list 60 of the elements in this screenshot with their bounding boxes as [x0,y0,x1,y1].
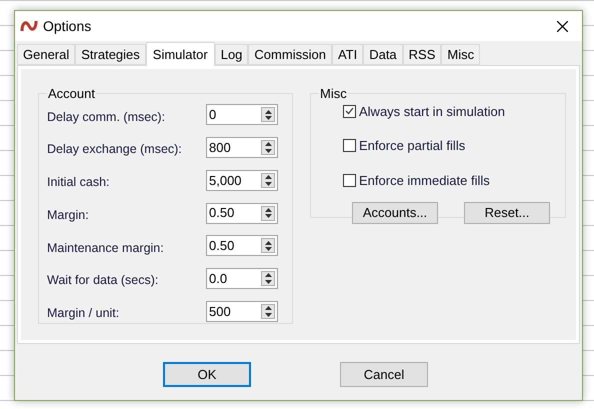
up-arrow-icon [264,110,272,114]
group-title: Account [47,85,96,103]
spin-buttons[interactable] [261,304,275,319]
tab[interactable]: Data [363,44,403,65]
checkbox[interactable] [343,139,356,152]
field-label: Delay comm. (msec): [47,108,166,126]
field-label: Margin: [47,206,89,224]
checkbox[interactable] [343,174,356,187]
field-label: Wait for data (secs): [47,272,158,290]
checkbox[interactable] [343,104,356,118]
checkbox-label: Enforce partial fills [359,137,466,155]
action-button[interactable]: Reset... [464,202,550,224]
spin-field[interactable]: 500 [206,300,278,322]
check-icon [345,107,354,116]
spin-field[interactable]: 0.50 [206,202,278,224]
tab[interactable]: Simulator [146,42,215,66]
field-label: Margin / unit: [47,305,120,322]
field-label: Initial cash: [47,174,110,191]
close-icon [556,20,568,32]
spin-buttons[interactable] [261,107,275,122]
dialog-button[interactable]: Cancel [340,362,428,387]
down-arrow-icon [264,312,272,317]
spin-buttons[interactable] [261,172,275,188]
group-title: Misc [319,85,348,103]
up-arrow-icon [264,240,272,245]
spin-field[interactable]: 800 [206,137,278,158]
spin-buttons[interactable] [261,140,275,156]
dialog-button[interactable]: OK [163,362,251,387]
down-arrow-icon [264,182,272,186]
tab[interactable]: General [17,44,76,65]
up-arrow-icon [264,273,272,278]
up-arrow-icon [264,306,272,310]
action-button[interactable]: Accounts... [352,202,438,224]
app-logo-icon [20,19,38,33]
tab[interactable]: Log [214,44,248,65]
checkbox-label: Always start in simulation [359,102,505,121]
field-label: Delay exchange (msec): [47,141,182,158]
down-arrow-icon [264,116,272,120]
window-title: Options [43,16,92,36]
tab[interactable]: RSS [402,44,442,65]
up-arrow-icon [264,175,272,180]
up-arrow-icon [264,142,272,146]
spin-field[interactable]: 0.50 [206,235,278,256]
spin-buttons[interactable] [261,206,275,221]
down-arrow-icon [264,280,272,284]
spin-buttons[interactable] [261,238,275,254]
spin-field[interactable]: 0.0 [206,268,278,290]
spin-field[interactable]: 5,000 [206,170,278,191]
spin-buttons[interactable] [261,271,275,286]
down-arrow-icon [264,214,272,218]
spin-field[interactable]: 0 [206,104,278,126]
tab[interactable]: ATI [332,44,364,65]
tab[interactable]: Misc [441,44,480,65]
up-arrow-icon [264,208,272,212]
checkbox-label: Enforce immediate fills [359,172,490,190]
down-arrow-icon [264,148,272,153]
field-label: Maintenance margin: [47,240,164,257]
tab[interactable]: Commission [248,44,332,65]
tab[interactable]: Strategies [75,44,146,65]
down-arrow-icon [264,247,272,252]
